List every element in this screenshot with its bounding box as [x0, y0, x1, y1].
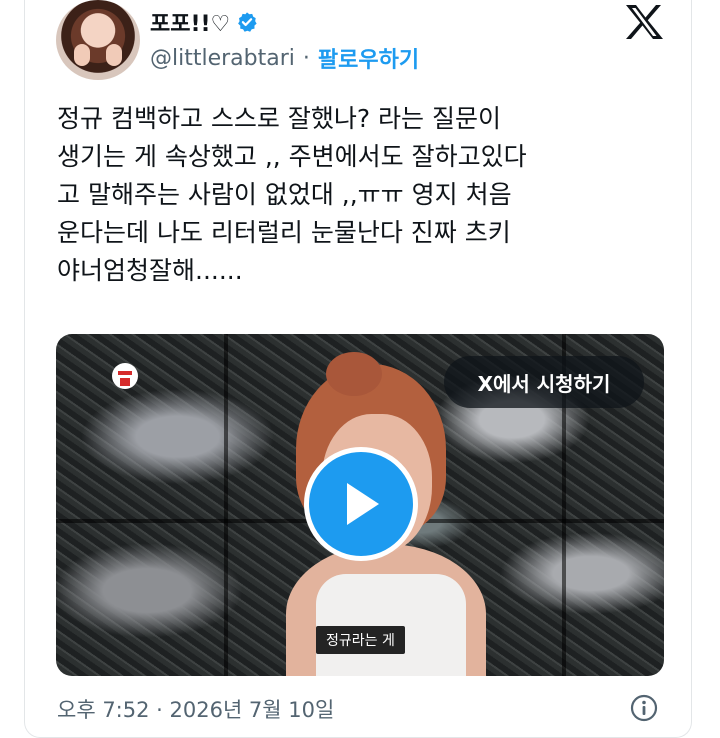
info-icon[interactable] [630, 694, 658, 722]
tweet-text: 정규 컴백하고 스스로 잘했나? 라는 질문이 생기는 게 속상했고 ,, 주변… [57, 100, 677, 290]
display-name-text: 포포!!♡ [150, 12, 231, 37]
tweet-timestamp[interactable]: 오후 7:52 · 2026년 7월 10일 [57, 694, 334, 724]
play-button[interactable] [304, 447, 418, 561]
channel-logo-icon [112, 363, 138, 389]
avatar-hand-left [74, 44, 90, 66]
panel-divider [224, 334, 228, 676]
tweet-text-line: 야너엄청잘해...... [57, 256, 243, 285]
play-icon [347, 483, 379, 525]
tweet-text-line: 정규 컴백하고 스스로 잘했나? 라는 질문이 [57, 104, 502, 133]
tweet-text-line: 운다는데 나도 리터럴리 눈물난다 진짜 츠키 [57, 218, 511, 247]
follow-button[interactable]: 팔로우하기 [318, 42, 419, 74]
watch-on-x-button[interactable]: X에서 시청하기 [444, 356, 644, 408]
handle-row: @littlerabtari · 팔로우하기 [150, 42, 419, 74]
tweet-text-line: 고 말해주는 사람이 없었대 ,,ㅠㅠ 영지 처음 [57, 180, 512, 209]
avatar[interactable] [56, 0, 140, 80]
person-top [316, 574, 466, 676]
avatar-hand-right [106, 44, 122, 66]
separator-dot: · [302, 45, 310, 71]
handle[interactable]: @littlerabtari [150, 46, 295, 71]
x-logo-icon[interactable] [624, 4, 664, 40]
tweet-text-line: 생기는 게 속상했고 ,, 주변에서도 잘하고있다 [57, 142, 527, 171]
video-subtitle: 정규라는 게 [316, 626, 405, 654]
person-hair-bun [326, 352, 382, 396]
verified-badge-icon [238, 12, 257, 32]
display-name[interactable]: 포포!!♡ [150, 6, 258, 38]
